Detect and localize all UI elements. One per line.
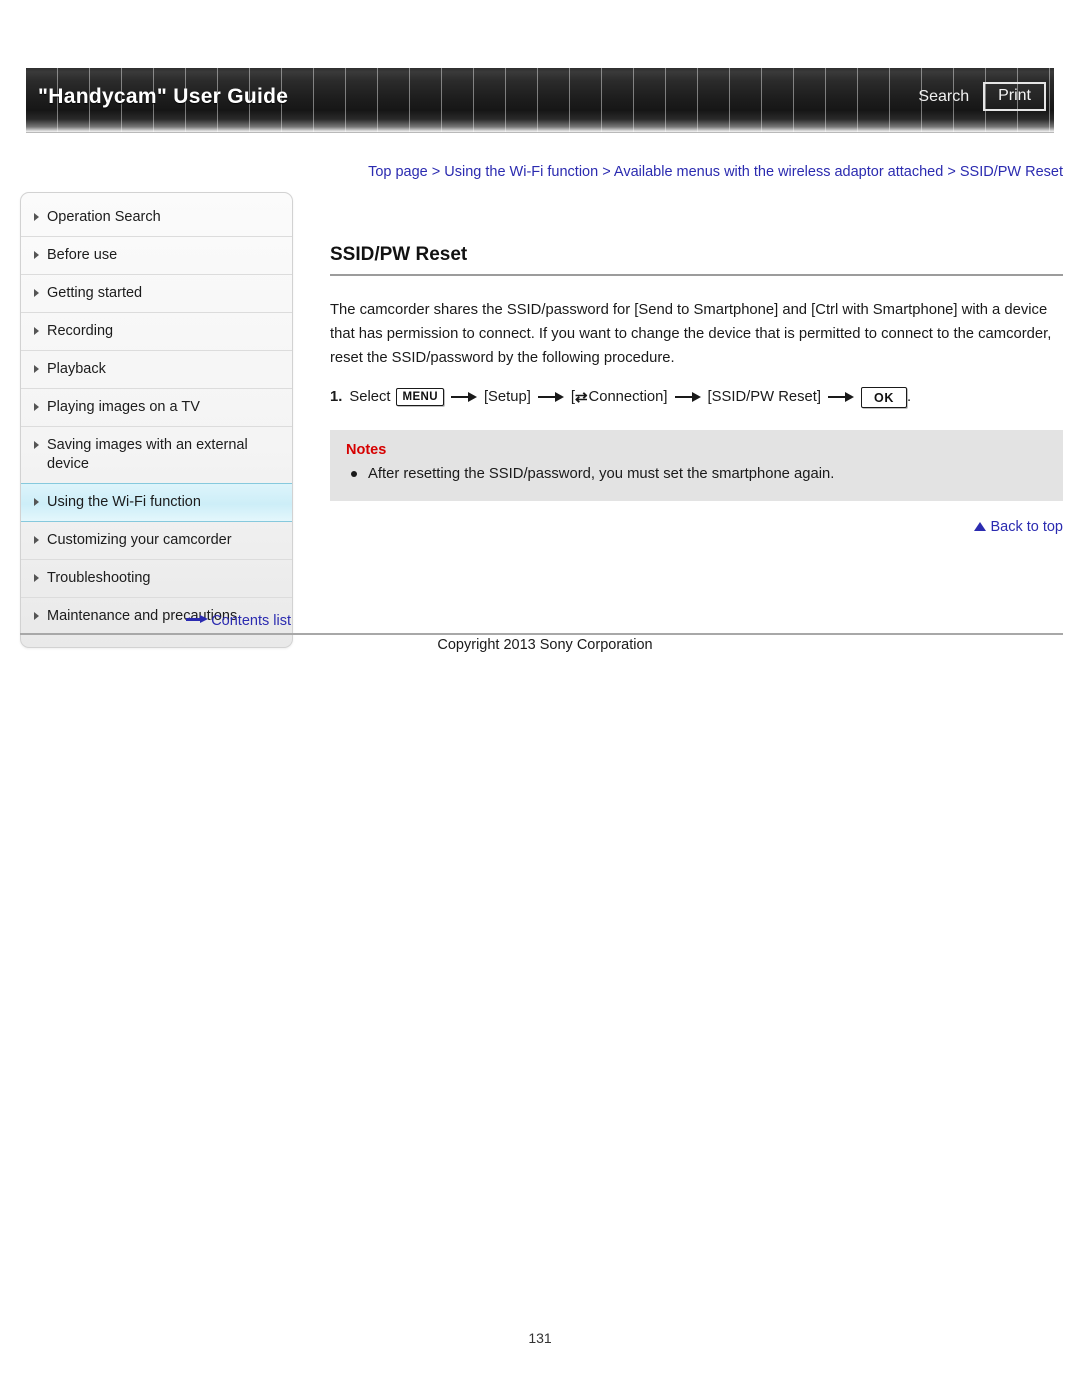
header-divider xyxy=(26,132,1054,133)
contents-list-link[interactable]: Contents list xyxy=(20,613,293,629)
page-title: SSID/PW Reset xyxy=(330,244,468,265)
sidebar-item-playing-images-on-a-tv[interactable]: Playing images on a TV xyxy=(21,389,292,427)
title-divider xyxy=(330,274,1063,276)
header-tools: Search Print xyxy=(918,82,1046,111)
breadcrumb: Top page > Using the Wi-Fi function > Av… xyxy=(330,162,1063,183)
step-select-label: Select xyxy=(349,389,391,405)
notes-panel: Notes After resetting the SSID/password,… xyxy=(330,430,1063,501)
sidebar-item-operation-search[interactable]: Operation Search xyxy=(21,199,292,237)
procedure-step-1: 1. Select MENU [Setup] [ ⇄ Connection] [… xyxy=(330,384,1063,410)
ok-button-icon: OK xyxy=(861,386,907,408)
sidebar-item-label: Customizing your camcorder xyxy=(47,532,232,548)
breadcrumb-separator: > xyxy=(602,164,611,180)
sidebar-item-getting-started[interactable]: Getting started xyxy=(21,275,292,313)
breadcrumb-item-current: SSID/PW Reset xyxy=(959,164,1063,180)
notes-item-text: After resetting the SSID/password, you m… xyxy=(368,466,835,482)
search-button[interactable]: Search xyxy=(918,88,969,106)
connection-icon: ⇄ xyxy=(574,388,588,406)
chevron-right-icon xyxy=(34,498,39,506)
notes-title: Notes xyxy=(346,442,387,458)
sidebar-item-using-the-wi-fi-function[interactable]: Using the Wi-Fi function xyxy=(21,483,292,522)
arrow-right-icon xyxy=(828,392,854,402)
breadcrumb-separator: > xyxy=(947,164,956,180)
sidebar-item-label: Using the Wi-Fi function xyxy=(47,494,201,510)
sidebar-item-label: Saving images with an external device xyxy=(47,437,248,472)
bullet-icon xyxy=(351,471,357,477)
page-brand-title: "Handycam" User Guide xyxy=(38,85,289,108)
arrow-right-icon xyxy=(450,392,477,402)
arrow-right-icon xyxy=(537,392,564,402)
step-period: . xyxy=(906,389,912,405)
triangle-up-icon xyxy=(974,522,987,531)
sidebar-item-troubleshooting[interactable]: Troubleshooting xyxy=(21,560,292,598)
chevron-right-icon xyxy=(34,536,39,544)
chevron-right-icon xyxy=(34,403,39,411)
sidebar-nav: Operation Search Before use Getting star… xyxy=(20,192,293,648)
arrow-right-icon xyxy=(674,392,701,402)
step-setup-label: [Setup] xyxy=(483,389,531,405)
chevron-right-icon xyxy=(34,365,39,373)
sidebar-item-saving-images-external-device[interactable]: Saving images with an external device xyxy=(21,427,292,484)
back-to-top-label: Back to top xyxy=(990,519,1063,535)
sidebar-item-label: Troubleshooting xyxy=(47,570,151,586)
print-button[interactable]: Print xyxy=(983,82,1046,111)
sidebar-item-playback[interactable]: Playback xyxy=(21,351,292,389)
sidebar-item-label: Operation Search xyxy=(47,209,161,225)
header-bar: "Handycam" User Guide Search Print xyxy=(26,68,1054,132)
sidebar-item-label: Before use xyxy=(47,247,118,263)
breadcrumb-item-available-menus[interactable]: Available menus with the wireless adapto… xyxy=(614,164,943,180)
step-connection-label: Connection] xyxy=(588,389,668,405)
step-number: 1. xyxy=(330,389,343,405)
chevron-right-icon xyxy=(34,289,39,297)
sidebar-item-label: Playback xyxy=(47,361,106,377)
copyright-text: Copyright 2013 Sony Corporation xyxy=(437,637,653,653)
back-to-top-link[interactable]: Back to top xyxy=(330,519,1063,535)
breadcrumb-item-top-page[interactable]: Top page xyxy=(368,164,428,180)
footer-divider xyxy=(20,633,1063,635)
chevron-right-icon xyxy=(34,251,39,259)
chevron-right-icon xyxy=(34,327,39,335)
main-content: SSID/PW Reset The camcorder shares the S… xyxy=(330,244,1063,535)
sidebar-item-label: Recording xyxy=(47,323,114,339)
chevron-right-icon xyxy=(34,574,39,582)
sidebar-item-label: Playing images on a TV xyxy=(47,399,200,415)
step-ssid-pw-reset-label: [SSID/PW Reset] xyxy=(707,389,821,405)
site-header: "Handycam" User Guide Search Print xyxy=(26,68,1054,140)
breadcrumb-item-wifi[interactable]: Using the Wi-Fi function xyxy=(444,164,598,180)
sidebar-item-customizing-your-camcorder[interactable]: Customizing your camcorder xyxy=(21,522,292,560)
chevron-right-icon xyxy=(34,441,39,449)
arrow-right-icon xyxy=(186,615,209,624)
sidebar-item-label: Getting started xyxy=(47,285,143,301)
menu-button-icon: MENU xyxy=(396,388,444,406)
breadcrumb-separator: > xyxy=(431,164,441,180)
chevron-right-icon xyxy=(34,213,39,221)
document-page: "Handycam" User Guide Search Print Top p… xyxy=(0,0,1080,1397)
sidebar-item-before-use[interactable]: Before use xyxy=(21,237,292,275)
contents-list-label: Contents list xyxy=(211,613,291,629)
notes-list-item: After resetting the SSID/password, you m… xyxy=(346,463,1047,485)
body-paragraph: The camcorder shares the SSID/password f… xyxy=(330,302,1052,366)
sidebar-item-recording[interactable]: Recording xyxy=(21,313,292,351)
page-number: 131 xyxy=(528,1330,552,1346)
